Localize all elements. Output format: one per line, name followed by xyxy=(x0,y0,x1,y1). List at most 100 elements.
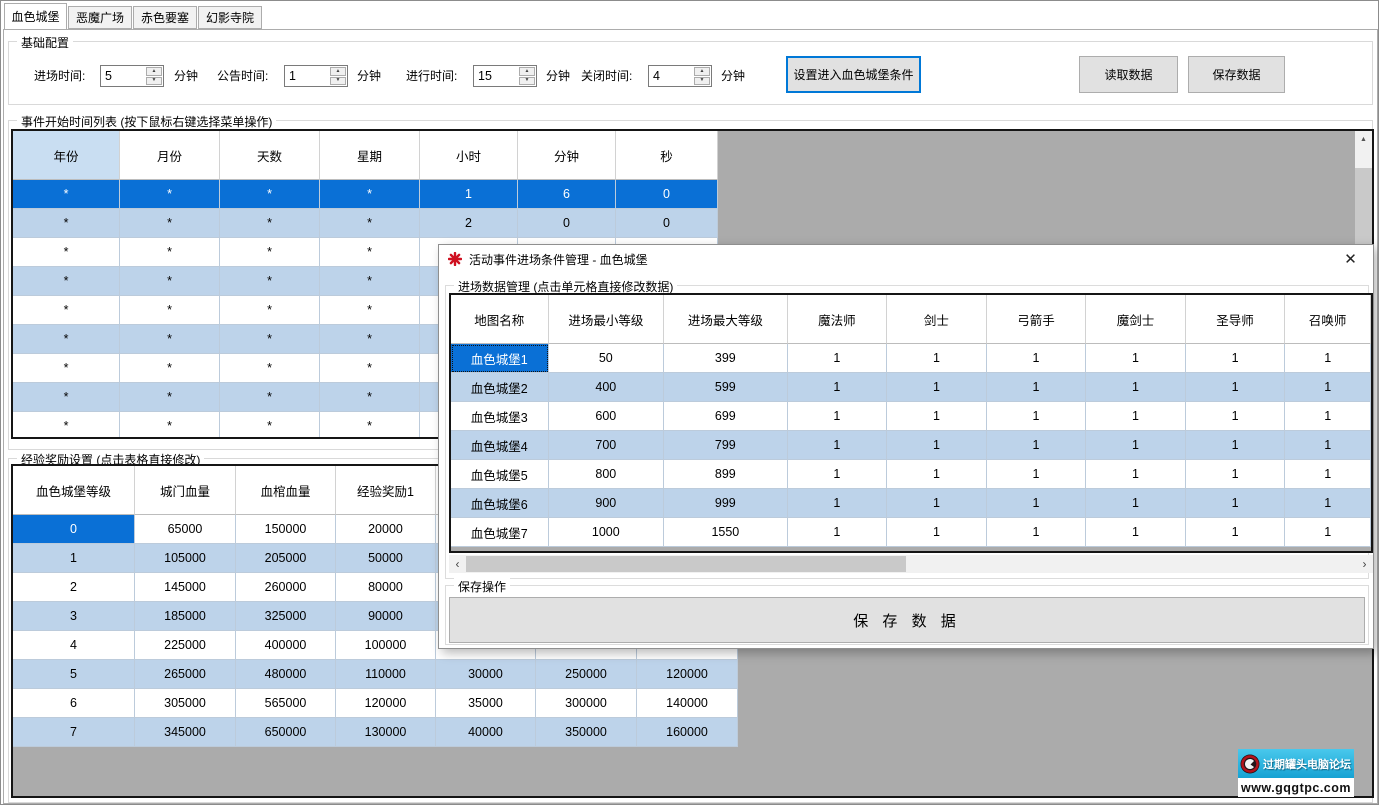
table-cell[interactable]: 0 xyxy=(518,209,616,238)
table-cell[interactable]: 130000 xyxy=(336,718,436,747)
table-cell[interactable]: * xyxy=(120,209,220,238)
table-cell[interactable]: * xyxy=(13,296,120,325)
table-cell[interactable]: 30000 xyxy=(436,660,536,689)
table-cell[interactable]: 900 xyxy=(548,489,665,518)
table-cell[interactable]: 899 xyxy=(664,460,788,489)
table-cell[interactable]: 1 xyxy=(887,460,987,489)
table-cell[interactable]: * xyxy=(220,296,320,325)
table-cell[interactable]: * xyxy=(220,267,320,296)
column-header[interactable]: 分钟 xyxy=(518,131,616,180)
table-cell[interactable]: * xyxy=(120,412,220,437)
announce-time-value[interactable] xyxy=(285,66,330,86)
table-cell[interactable]: * xyxy=(320,383,420,412)
table-cell[interactable]: * xyxy=(220,354,320,383)
table-cell[interactable]: * xyxy=(220,412,320,437)
save-data-button[interactable]: 保存数据 xyxy=(1188,56,1285,93)
scroll-left-icon[interactable]: ‹ xyxy=(449,555,466,573)
table-cell[interactable]: 35000 xyxy=(436,689,536,718)
table-cell[interactable]: 1 xyxy=(986,344,1087,373)
table-cell[interactable]: 1 xyxy=(1185,489,1286,518)
table-cell[interactable]: 150000 xyxy=(236,515,336,544)
table-cell[interactable]: * xyxy=(120,383,220,412)
table-cell[interactable]: * xyxy=(120,238,220,267)
dialog-titlebar[interactable]: 活动事件进场条件管理 - 血色城堡 ✕ xyxy=(439,245,1373,273)
table-cell[interactable]: 1 xyxy=(1285,489,1371,518)
table-cell[interactable]: 40000 xyxy=(436,718,536,747)
table-cell[interactable]: 6 xyxy=(518,180,616,209)
table-cell[interactable]: 700 xyxy=(548,431,665,460)
table-cell[interactable]: 1 xyxy=(13,544,135,573)
table-cell[interactable]: 1 xyxy=(887,373,987,402)
spin-down-icon[interactable]: ▼ xyxy=(330,76,346,85)
scroll-thumb[interactable] xyxy=(466,556,906,572)
table-cell[interactable]: 1 xyxy=(787,402,888,431)
table-cell[interactable]: 1 xyxy=(1086,373,1186,402)
table-cell[interactable]: 50 xyxy=(548,344,665,373)
close-icon[interactable]: ✕ xyxy=(1328,245,1373,273)
column-header[interactable]: 进场最小等级 xyxy=(548,295,665,344)
table-cell[interactable]: 1 xyxy=(986,489,1087,518)
table-cell[interactable]: 80000 xyxy=(336,573,436,602)
table-cell[interactable]: 1 xyxy=(420,180,518,209)
table-cell[interactable]: 1 xyxy=(1285,460,1371,489)
table-cell[interactable]: * xyxy=(13,383,120,412)
table-cell[interactable]: 1 xyxy=(887,489,987,518)
table-cell[interactable]: 105000 xyxy=(135,544,236,573)
table-cell[interactable]: 1 xyxy=(1285,431,1371,460)
column-header[interactable]: 魔法师 xyxy=(787,295,888,344)
table-cell[interactable]: * xyxy=(220,180,320,209)
table-cell[interactable]: 400000 xyxy=(236,631,336,660)
column-header[interactable]: 天数 xyxy=(220,131,320,180)
table-cell[interactable]: 600 xyxy=(548,402,665,431)
table-cell[interactable]: 140000 xyxy=(637,689,738,718)
column-header[interactable]: 圣导师 xyxy=(1185,295,1286,344)
table-cell[interactable]: 1 xyxy=(1086,518,1186,547)
table-cell[interactable]: 350000 xyxy=(536,718,637,747)
announce-time-input[interactable]: ▲▼ xyxy=(284,65,348,87)
column-header[interactable]: 月份 xyxy=(120,131,220,180)
table-cell[interactable]: * xyxy=(320,209,420,238)
table-cell[interactable]: 1 xyxy=(787,489,888,518)
table-cell[interactable]: 999 xyxy=(664,489,788,518)
table-cell[interactable]: 1 xyxy=(1285,518,1371,547)
spin-up-icon[interactable]: ▲ xyxy=(519,67,535,76)
table-cell[interactable]: 265000 xyxy=(135,660,236,689)
table-cell[interactable]: 1 xyxy=(986,402,1087,431)
table-cell[interactable]: 65000 xyxy=(135,515,236,544)
table-cell[interactable]: 650000 xyxy=(236,718,336,747)
column-header[interactable]: 秒 xyxy=(616,131,718,180)
tab-crimson-fortress[interactable]: 赤色要塞 xyxy=(133,6,197,29)
table-cell[interactable]: 1 xyxy=(1185,402,1286,431)
column-header[interactable]: 血色城堡等级 xyxy=(13,466,135,515)
table-cell[interactable]: 1 xyxy=(986,518,1087,547)
table-cell[interactable]: 6 xyxy=(13,689,135,718)
table-cell[interactable]: * xyxy=(13,412,120,437)
table-cell[interactable]: 480000 xyxy=(236,660,336,689)
table-cell[interactable]: 7 xyxy=(13,718,135,747)
table-cell[interactable]: 1 xyxy=(1185,344,1286,373)
table-cell[interactable]: 50000 xyxy=(336,544,436,573)
table-cell[interactable]: 血色城堡3 xyxy=(451,402,549,431)
table-cell[interactable]: * xyxy=(220,238,320,267)
table-cell[interactable]: 120000 xyxy=(336,689,436,718)
column-header[interactable]: 血棺血量 xyxy=(236,466,336,515)
spin-down-icon[interactable]: ▼ xyxy=(146,76,162,85)
table-cell[interactable]: 1 xyxy=(986,460,1087,489)
column-header[interactable]: 小时 xyxy=(420,131,518,180)
table-cell[interactable]: 1 xyxy=(1086,489,1186,518)
table-cell[interactable]: 145000 xyxy=(135,573,236,602)
table-cell[interactable]: 599 xyxy=(664,373,788,402)
table-cell[interactable]: 1 xyxy=(1185,460,1286,489)
table-cell[interactable]: * xyxy=(320,325,420,354)
table-cell[interactable]: 699 xyxy=(664,402,788,431)
table-cell[interactable]: 305000 xyxy=(135,689,236,718)
table-cell[interactable]: 1 xyxy=(787,460,888,489)
table-cell[interactable]: 1 xyxy=(1285,402,1371,431)
table-cell[interactable]: 1 xyxy=(1086,431,1186,460)
table-cell[interactable]: 1 xyxy=(887,518,987,547)
spin-down-icon[interactable]: ▼ xyxy=(519,76,535,85)
table-cell[interactable]: 1 xyxy=(1086,402,1186,431)
table-cell[interactable]: 血色城堡7 xyxy=(451,518,549,547)
set-entry-condition-button[interactable]: 设置进入血色城堡条件 xyxy=(786,56,921,93)
column-header[interactable]: 魔剑士 xyxy=(1086,295,1186,344)
